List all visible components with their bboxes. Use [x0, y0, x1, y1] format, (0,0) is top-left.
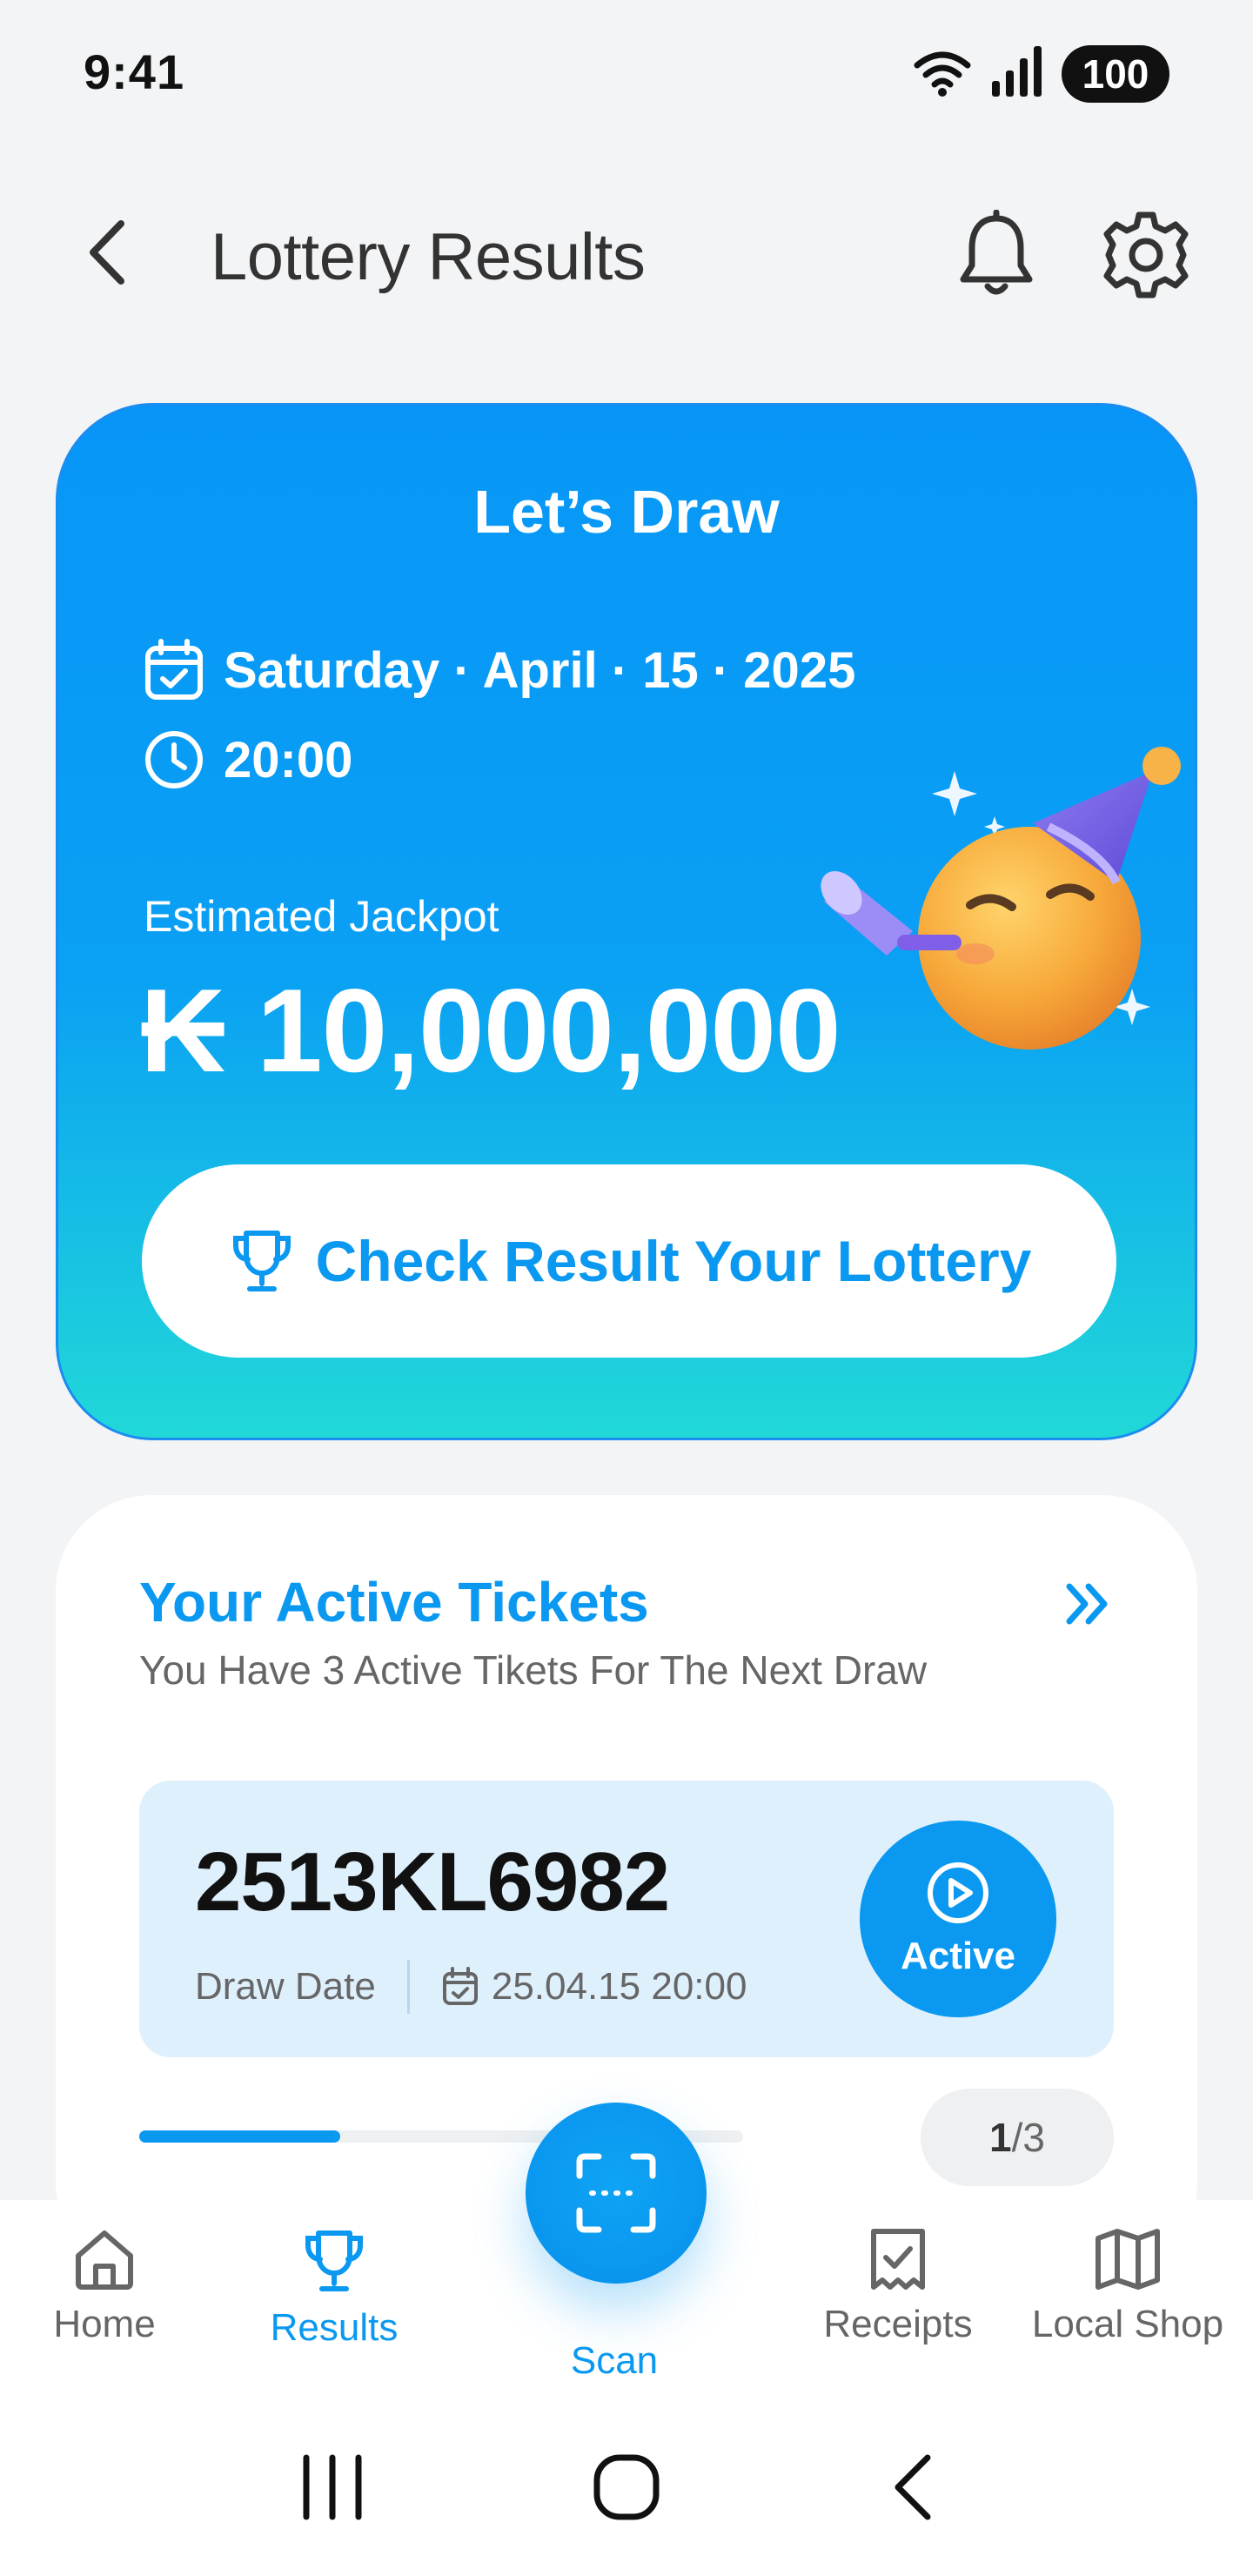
calendar-check-icon [145, 639, 203, 700]
nav-item-receipts[interactable]: Receipts [794, 2226, 1002, 2346]
status-bar: 9:41 100 [0, 0, 1253, 148]
lottery-results-screen: 9:41 100 Lottery Results Let’s Draw Satu… [0, 0, 1253, 2576]
signal-icon [990, 45, 1042, 103]
system-back-button[interactable] [853, 2426, 975, 2548]
jackpot-label: Estimated Jackpot [144, 892, 499, 941]
nav-label-results: Results [270, 2306, 399, 2349]
notifications-button[interactable] [948, 207, 1044, 303]
map-icon [1096, 2229, 1160, 2290]
app-header: Lottery Results [0, 174, 1253, 331]
clock-icon [145, 731, 203, 788]
wifi-icon [914, 48, 971, 101]
recents-icon [303, 2454, 362, 2520]
draw-date-label: Draw Date [195, 1965, 376, 2008]
view-all-tickets-button[interactable] [1048, 1565, 1126, 1643]
draw-date: Saturday · April · 15 · 2025 [224, 641, 856, 699]
draw-time: 20:00 [224, 731, 353, 788]
scan-button[interactable] [526, 2103, 707, 2284]
draw-date-row: Saturday · April · 15 · 2025 [144, 639, 855, 701]
home-icon [76, 2231, 133, 2290]
progress-fill [139, 2130, 341, 2143]
ticket-number: 2513KL6982 [195, 1835, 670, 1929]
system-home-button[interactable] [566, 2426, 687, 2548]
system-navigation-bar [0, 2374, 1253, 2576]
gear-icon [1103, 211, 1189, 299]
play-circle-icon [928, 1862, 988, 1923]
chevron-left-icon [895, 2454, 931, 2520]
receipt-icon [871, 2229, 925, 2290]
draw-time-row: 20:00 [144, 729, 352, 790]
ticket-meta: Draw Date 25.04.15 20:00 [195, 1960, 747, 2014]
party-emoji-illustration [821, 747, 1181, 1050]
chevron-double-right-icon [1066, 1583, 1108, 1625]
meta-divider [406, 1960, 410, 2014]
nav-item-home[interactable]: Home [0, 2226, 209, 2346]
ticket-active-button[interactable]: Active [860, 1821, 1056, 2017]
nav-item-results[interactable]: Results [230, 2226, 439, 2350]
trophy-icon [232, 1231, 291, 1291]
ticket-date: 25.04.15 20:00 [441, 1965, 747, 2009]
draw-date-value: 25.04.15 20:00 [491, 1965, 747, 2008]
ticket-status-label: Active [900, 1935, 1016, 1977]
calendar-check-icon [442, 1967, 478, 2005]
tickets-title: Your Active Tickets [139, 1571, 649, 1633]
bell-icon [960, 210, 1033, 295]
status-icons: 100 [914, 45, 1169, 103]
jackpot-value: ₭ 10,000,000 [140, 964, 841, 1097]
scan-icon [576, 2153, 656, 2233]
back-button[interactable] [71, 211, 141, 294]
recent-apps-button[interactable] [271, 2426, 393, 2548]
nav-label-local-shop: Local Shop [1031, 2303, 1224, 2345]
tickets-subtitle: You Have 3 Active Tikets For The Next Dr… [139, 1647, 928, 1693]
nav-item-local-shop[interactable]: Local Shop [1023, 2226, 1232, 2346]
battery-indicator: 100 [1062, 45, 1169, 103]
ticket-item[interactable]: 2513KL6982 Draw Date 25.04.15 20:00 Acti… [139, 1781, 1114, 2057]
check-result-button[interactable]: Check Result Your Lottery [142, 1164, 1116, 1358]
status-time: 9:41 [84, 44, 185, 99]
page-title: Lottery Results [211, 220, 646, 294]
settings-button[interactable] [1098, 207, 1194, 303]
pager-current: 1 [989, 2115, 1012, 2160]
draw-card: Let’s Draw Saturday · April · 15 · 2025 … [56, 403, 1197, 1440]
check-result-label: Check Result Your Lottery [315, 1229, 1032, 1293]
nav-label-home: Home [53, 2303, 156, 2345]
pager-total: /3 [1011, 2115, 1045, 2160]
nav-label-receipts: Receipts [823, 2303, 973, 2345]
chevron-left-icon [90, 220, 124, 285]
home-circle-icon [593, 2454, 660, 2520]
trophy-icon [305, 2231, 363, 2291]
ticket-pager: 1/3 [921, 2089, 1114, 2186]
draw-title: Let’s Draw [473, 478, 780, 546]
